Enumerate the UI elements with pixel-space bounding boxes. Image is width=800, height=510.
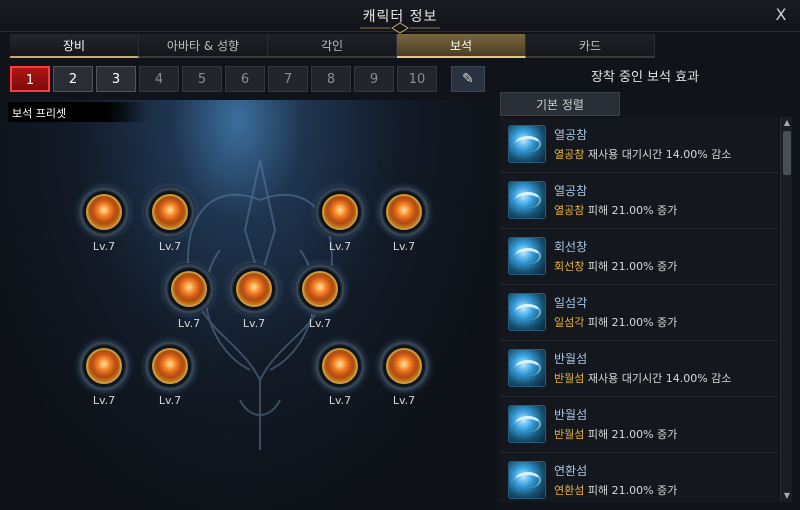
effect-name: 열공참 — [554, 128, 588, 142]
skill-icon — [508, 237, 546, 275]
tab-cards[interactable]: 카드 — [526, 34, 655, 58]
preset-button-7[interactable]: 7 — [268, 66, 308, 92]
effect-description: 일섬각 피해 21.00% 증가 — [554, 316, 678, 329]
gem-slot[interactable]: Lv.7 — [312, 186, 368, 256]
list-item[interactable]: 반월섬 반월섬 재사용 대기시간 14.00% 감소 — [500, 341, 778, 397]
effect-name: 일섬각 — [554, 296, 588, 310]
gem-level: Lv.7 — [392, 394, 416, 407]
preset-button-4[interactable]: 4 — [139, 66, 179, 92]
effect-description: 반월섬 피해 21.00% 증가 — [554, 428, 678, 441]
effect-description: 회선창 피해 21.00% 증가 — [554, 260, 678, 273]
gem-level: Lv.7 — [328, 394, 352, 407]
preset-button-6[interactable]: 6 — [225, 66, 265, 92]
scroll-up-icon[interactable]: ▲ — [781, 117, 793, 129]
title-bar: 캐릭터 정보 X — [0, 0, 800, 34]
tab-avatar[interactable]: 아바타 & 성향 — [139, 34, 268, 58]
preset-button-5[interactable]: 5 — [182, 66, 222, 92]
list-item[interactable]: 반월섬 반월섬 피해 21.00% 증가 — [500, 397, 778, 453]
list-item[interactable]: 연환섬 연환섬 피해 21.00% 증가 — [500, 453, 778, 502]
edit-icon: ✎ — [462, 71, 474, 87]
tab-gems[interactable]: 보석 — [397, 34, 526, 58]
gem-level: Lv.7 — [158, 394, 182, 407]
effect-name: 열공참 — [554, 184, 588, 198]
effect-description: 연환섬 피해 21.00% 증가 — [554, 484, 678, 497]
gem-level: Lv.7 — [392, 240, 416, 253]
preset-button-8[interactable]: 8 — [311, 66, 351, 92]
skill-icon — [508, 405, 546, 443]
tab-equipment[interactable]: 장비 — [10, 34, 139, 58]
skill-icon — [508, 349, 546, 387]
skill-icon — [508, 181, 546, 219]
gem-level: Lv.7 — [308, 317, 332, 330]
skill-icon — [508, 461, 546, 499]
gem-slot[interactable]: Lv.7 — [161, 263, 217, 333]
effect-description: 열공참 피해 21.00% 증가 — [554, 204, 678, 217]
effects-title: 장착 중인 보석 효과 — [590, 70, 700, 85]
gem-slot[interactable]: Lv.7 — [142, 340, 198, 410]
preset-button-2[interactable]: 2 — [53, 66, 93, 92]
list-item[interactable]: 열공참 열공참 피해 21.00% 증가 — [500, 173, 778, 229]
tab-engraving[interactable]: 각인 — [268, 34, 397, 58]
close-button[interactable]: X — [770, 4, 792, 26]
gem-slot[interactable]: Lv.7 — [292, 263, 348, 333]
gem-level: Lv.7 — [158, 240, 182, 253]
scroll-down-icon[interactable]: ▼ — [781, 490, 793, 502]
character-info-window: 캐릭터 정보 X 장비 아바타 & 성향 각인 보석 카드 1 2 3 4 5 … — [0, 0, 800, 510]
gem-level: Lv.7 — [92, 394, 116, 407]
gem-slot[interactable]: Lv.7 — [376, 340, 432, 410]
gem-effects-list: 열공참 열공참 재사용 대기시간 14.00% 감소 열공참 열공참 피해 21… — [500, 117, 778, 502]
gem-level: Lv.7 — [92, 240, 116, 253]
sort-tab-default[interactable]: 기본 정렬 — [500, 92, 620, 116]
skill-icon — [508, 125, 546, 163]
title-ornament-icon — [360, 22, 440, 34]
gem-slot[interactable]: Lv.7 — [376, 186, 432, 256]
scroll-thumb[interactable] — [783, 131, 791, 175]
gem-level: Lv.7 — [328, 240, 352, 253]
effect-name: 반월섬 — [554, 408, 588, 422]
preset-button-1[interactable]: 1 — [10, 66, 50, 92]
list-item[interactable]: 회선창 회선창 피해 21.00% 증가 — [500, 229, 778, 285]
edit-preset-button[interactable]: ✎ — [451, 66, 485, 92]
list-item[interactable]: 일섬각 일섬각 피해 21.00% 증가 — [500, 285, 778, 341]
effects-scrollbar[interactable]: ▲ ▼ — [780, 117, 792, 502]
preset-buttons: 1 2 3 4 5 6 7 8 9 10 — [10, 66, 437, 92]
preset-button-9[interactable]: 9 — [354, 66, 394, 92]
preset-button-3[interactable]: 3 — [96, 66, 136, 92]
effect-name: 반월섬 — [554, 352, 588, 366]
gem-slot[interactable]: Lv.7 — [312, 340, 368, 410]
effect-description: 반월섬 재사용 대기시간 14.00% 감소 — [554, 372, 732, 385]
gem-slot[interactable]: Lv.7 — [76, 186, 132, 256]
gem-slot[interactable]: Lv.7 — [76, 340, 132, 410]
gem-slot[interactable]: Lv.7 — [226, 263, 282, 333]
effect-description: 열공참 재사용 대기시간 14.00% 감소 — [554, 148, 732, 161]
list-item[interactable]: 열공참 열공참 재사용 대기시간 14.00% 감소 — [500, 117, 778, 173]
effect-name: 회선창 — [554, 240, 588, 254]
gem-slot[interactable]: Lv.7 — [142, 186, 198, 256]
preset-button-10[interactable]: 10 — [397, 66, 437, 92]
gem-level: Lv.7 — [242, 317, 266, 330]
skill-icon — [508, 293, 546, 331]
preset-label: 보석 프리셋 — [8, 102, 148, 122]
main-tabs: 장비 아바타 & 성향 각인 보석 카드 — [10, 34, 655, 58]
gem-level: Lv.7 — [177, 317, 201, 330]
effect-name: 연환섬 — [554, 464, 588, 478]
